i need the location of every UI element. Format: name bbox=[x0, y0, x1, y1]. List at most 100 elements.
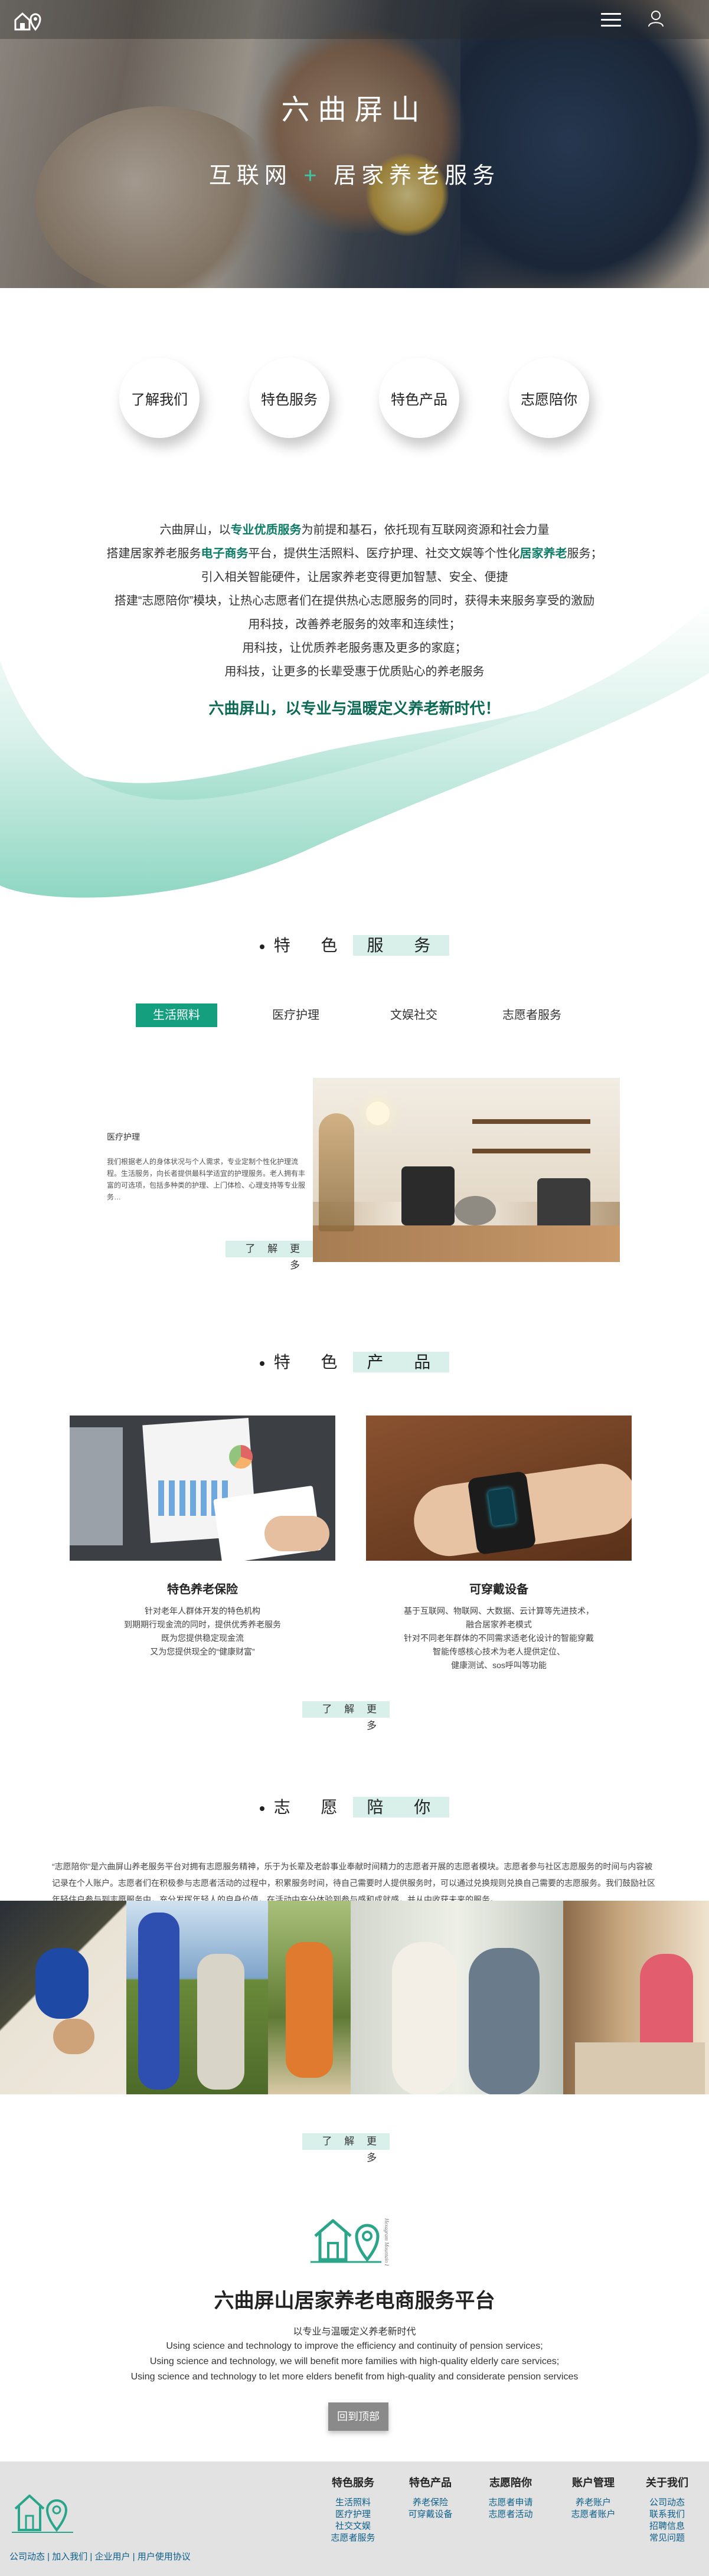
user-icon[interactable] bbox=[647, 9, 665, 27]
footer-col-heading: 志愿陪你 bbox=[489, 2477, 532, 2489]
hero-overlay bbox=[0, 0, 709, 288]
photo-figure bbox=[392, 1942, 457, 2094]
footer-link[interactable]: 志愿者账户 bbox=[561, 2509, 626, 2521]
product-name-insurance: 特色养老保险 bbox=[167, 1583, 238, 1596]
intro-line: 用科技，改善养老服务的效率和连续性； bbox=[248, 618, 461, 631]
hero-title: 六曲屏山 bbox=[281, 94, 428, 126]
back-to-top-button[interactable]: 回到顶部 bbox=[328, 2402, 388, 2431]
footer-bottom-link[interactable]: 企业用户 bbox=[95, 2552, 130, 2562]
product-name-wearable: 可穿戴设备 bbox=[469, 1583, 528, 1596]
nav-circle-about[interactable]: 了解我们 bbox=[119, 358, 200, 438]
photo-figure bbox=[53, 2019, 94, 2054]
intro-text-span: 为前提和基石，依托现有互联网资源和社会力量 bbox=[301, 524, 550, 537]
top-bar bbox=[0, 0, 709, 39]
product-desc-insurance: 针对老年人群体开发的特色机构 到期期行现金流的同时，提供优秀养老服务 既为您提供… bbox=[70, 1604, 335, 1659]
house-pin-logo-icon[interactable] bbox=[13, 7, 44, 32]
intro-line: 搭建居家养老服务电子商务平台，提供生活照料、医疗护理、社交文娱等个性化居家养老服… bbox=[0, 542, 709, 565]
tab-daily-care[interactable]: 生活照料 bbox=[136, 1003, 217, 1027]
photo-figure bbox=[197, 1954, 244, 2090]
logo-script-text: Hexagram Mountain Pension Service bbox=[384, 2218, 390, 2266]
photo-floor bbox=[313, 1225, 620, 1262]
footer-link[interactable]: 志愿者活动 bbox=[478, 2509, 543, 2521]
title-highlight: 服 务 bbox=[352, 935, 450, 956]
brand-en-line: Using science and technology to improve … bbox=[166, 2341, 543, 2351]
desc-line: 基于互联网、物联网、大数据、云计算等先进技术， bbox=[404, 1606, 594, 1616]
footer-link[interactable]: 养老保险 bbox=[398, 2497, 463, 2509]
product-desc-wearable: 基于互联网、物联网、大数据、云计算等先进技术， 融合居家养老模式 针对不同老年群… bbox=[366, 1604, 632, 1672]
photo-figure bbox=[286, 1942, 333, 2078]
intro-highlight: 专业优质服务 bbox=[230, 524, 302, 537]
footer-separator: | bbox=[130, 2552, 138, 2562]
hero-banner: 六曲屏山 互联网 + 居家养老服务 bbox=[0, 0, 709, 288]
footer-link[interactable]: 志愿者服务 bbox=[324, 2532, 383, 2544]
hamburger-menu-icon[interactable] bbox=[601, 13, 621, 27]
footer-link[interactable]: 志愿者申请 bbox=[478, 2497, 543, 2509]
footer-link[interactable]: 养老账户 bbox=[561, 2497, 626, 2509]
intro-highlight: 居家养老 bbox=[520, 547, 567, 560]
photo-lamp bbox=[366, 1101, 390, 1125]
nav-circle-services[interactable]: 特色服务 bbox=[249, 358, 329, 438]
hand bbox=[264, 1516, 329, 1551]
photo-plant bbox=[319, 1113, 354, 1231]
photo-table bbox=[575, 2042, 705, 2094]
volunteer-photo-2 bbox=[126, 1901, 268, 2094]
volunteer-photo-4 bbox=[351, 1901, 563, 2094]
desc-line: 针对不同老年群体的不同需求适老化设计的智能穿戴 bbox=[404, 1633, 594, 1643]
footer-col-heading: 特色服务 bbox=[332, 2477, 374, 2489]
section-title-volunteer: 志 愿陪 你 bbox=[0, 1794, 709, 1818]
brand-subtitle: 以专业与温暖定义养老新时代 bbox=[293, 2327, 416, 2337]
photo-chair bbox=[537, 1178, 590, 1231]
volunteer-photo-1 bbox=[0, 1901, 126, 2094]
nav-circle-volunteer[interactable]: 志愿陪你 bbox=[509, 358, 589, 438]
intro-line: 六曲屏山，以专业优质服务为前提和基石，依托现有互联网资源和社会力量 bbox=[0, 518, 709, 542]
intro-line: 用科技，让更多的长辈受惠于优质贴心的养老服务 bbox=[224, 665, 485, 678]
photo-table bbox=[455, 1196, 496, 1225]
tab-medical-care[interactable]: 医疗护理 bbox=[255, 1003, 336, 1027]
footer-bottom-link[interactable]: 用户使用协议 bbox=[138, 2552, 191, 2562]
nav-circle-products[interactable]: 特色产品 bbox=[379, 358, 459, 438]
tab-volunteer-service[interactable]: 志愿者服务 bbox=[491, 1003, 573, 1027]
photo-figure bbox=[35, 1948, 89, 2019]
hero-subtitle: 互联网 + 居家养老服务 bbox=[0, 157, 709, 189]
footer-link[interactable]: 联系我们 bbox=[638, 2509, 697, 2521]
title-dot bbox=[259, 1806, 264, 1811]
hero-subtitle-a: 互联网 bbox=[208, 164, 292, 188]
learn-more-volunteer-button[interactable]: 了 解 更 多 bbox=[302, 2133, 390, 2163]
learn-more-services-button[interactable]: 了 解 更 多 bbox=[226, 1241, 313, 1271]
band-screen bbox=[488, 1488, 516, 1526]
footer-link[interactable]: 常见问题 bbox=[638, 2532, 697, 2544]
service-photo bbox=[313, 1078, 620, 1262]
house-pin-logo-icon: Hexagram Mountain Pension Service bbox=[311, 2218, 390, 2266]
footer-bottom-links: 公司动态 | 加入我们 | 企业用户 | 用户使用协议 bbox=[9, 2550, 191, 2562]
photo-figure bbox=[138, 1913, 179, 2090]
footer-bottom-link[interactable]: 公司动态 bbox=[9, 2552, 45, 2562]
intro-text-span: 平台，提供生活照料、医疗护理、社交文娱等个性化 bbox=[248, 547, 520, 560]
intro-text-span: 搭建居家养老服务 bbox=[106, 547, 201, 560]
footer-bottom-link[interactable]: 加入我们 bbox=[52, 2552, 87, 2562]
desc-line: 既为您提供稳定现金流 bbox=[161, 1633, 244, 1643]
footer-link[interactable]: 可穿戴设备 bbox=[398, 2509, 463, 2521]
volunteer-photo-5 bbox=[563, 1901, 709, 2094]
intro-line: 引入相关智能硬件，让居家养老变得更加智慧、安全、便捷 bbox=[201, 571, 508, 584]
footer-col-products: 特色产品 养老保险 可穿戴设备 bbox=[398, 2474, 463, 2521]
footer-separator: | bbox=[45, 2552, 53, 2562]
house-pin-logo-icon[interactable] bbox=[12, 2483, 77, 2535]
footer-link[interactable]: 公司动态 bbox=[638, 2497, 697, 2509]
tab-social-entertainment[interactable]: 文娱社交 bbox=[373, 1003, 455, 1027]
product-image-wearable bbox=[366, 1416, 632, 1561]
service-card: 医疗护理 我们根据老人的身体状况与个人需求，专业定制个性化护理流程。生活服务，向… bbox=[97, 1099, 312, 1255]
brand-en-line: Using science and technology, we will be… bbox=[149, 2356, 560, 2366]
footer-link[interactable]: 社交文娱 bbox=[324, 2521, 383, 2532]
desc-line: 健康测试、sos呼叫等功能 bbox=[451, 1660, 547, 1670]
footer-link[interactable]: 生活照料 bbox=[324, 2497, 383, 2509]
desc-line: 到期期行现金流的同时，提供优秀养老服务 bbox=[124, 1620, 281, 1629]
photo-shelf bbox=[472, 1119, 590, 1124]
desc-line: 针对老年人群体开发的特色机构 bbox=[145, 1606, 260, 1616]
footer-link[interactable]: 医疗护理 bbox=[324, 2509, 383, 2521]
footer-link[interactable]: 招聘信息 bbox=[638, 2521, 697, 2532]
intro-text-span: 六曲屏山，以 bbox=[159, 524, 231, 537]
intro-text-span: 服务； bbox=[567, 547, 603, 560]
product-image-insurance bbox=[70, 1416, 335, 1561]
title-dot bbox=[259, 944, 264, 949]
learn-more-products-button[interactable]: 了 解 更 多 bbox=[302, 1701, 390, 1731]
